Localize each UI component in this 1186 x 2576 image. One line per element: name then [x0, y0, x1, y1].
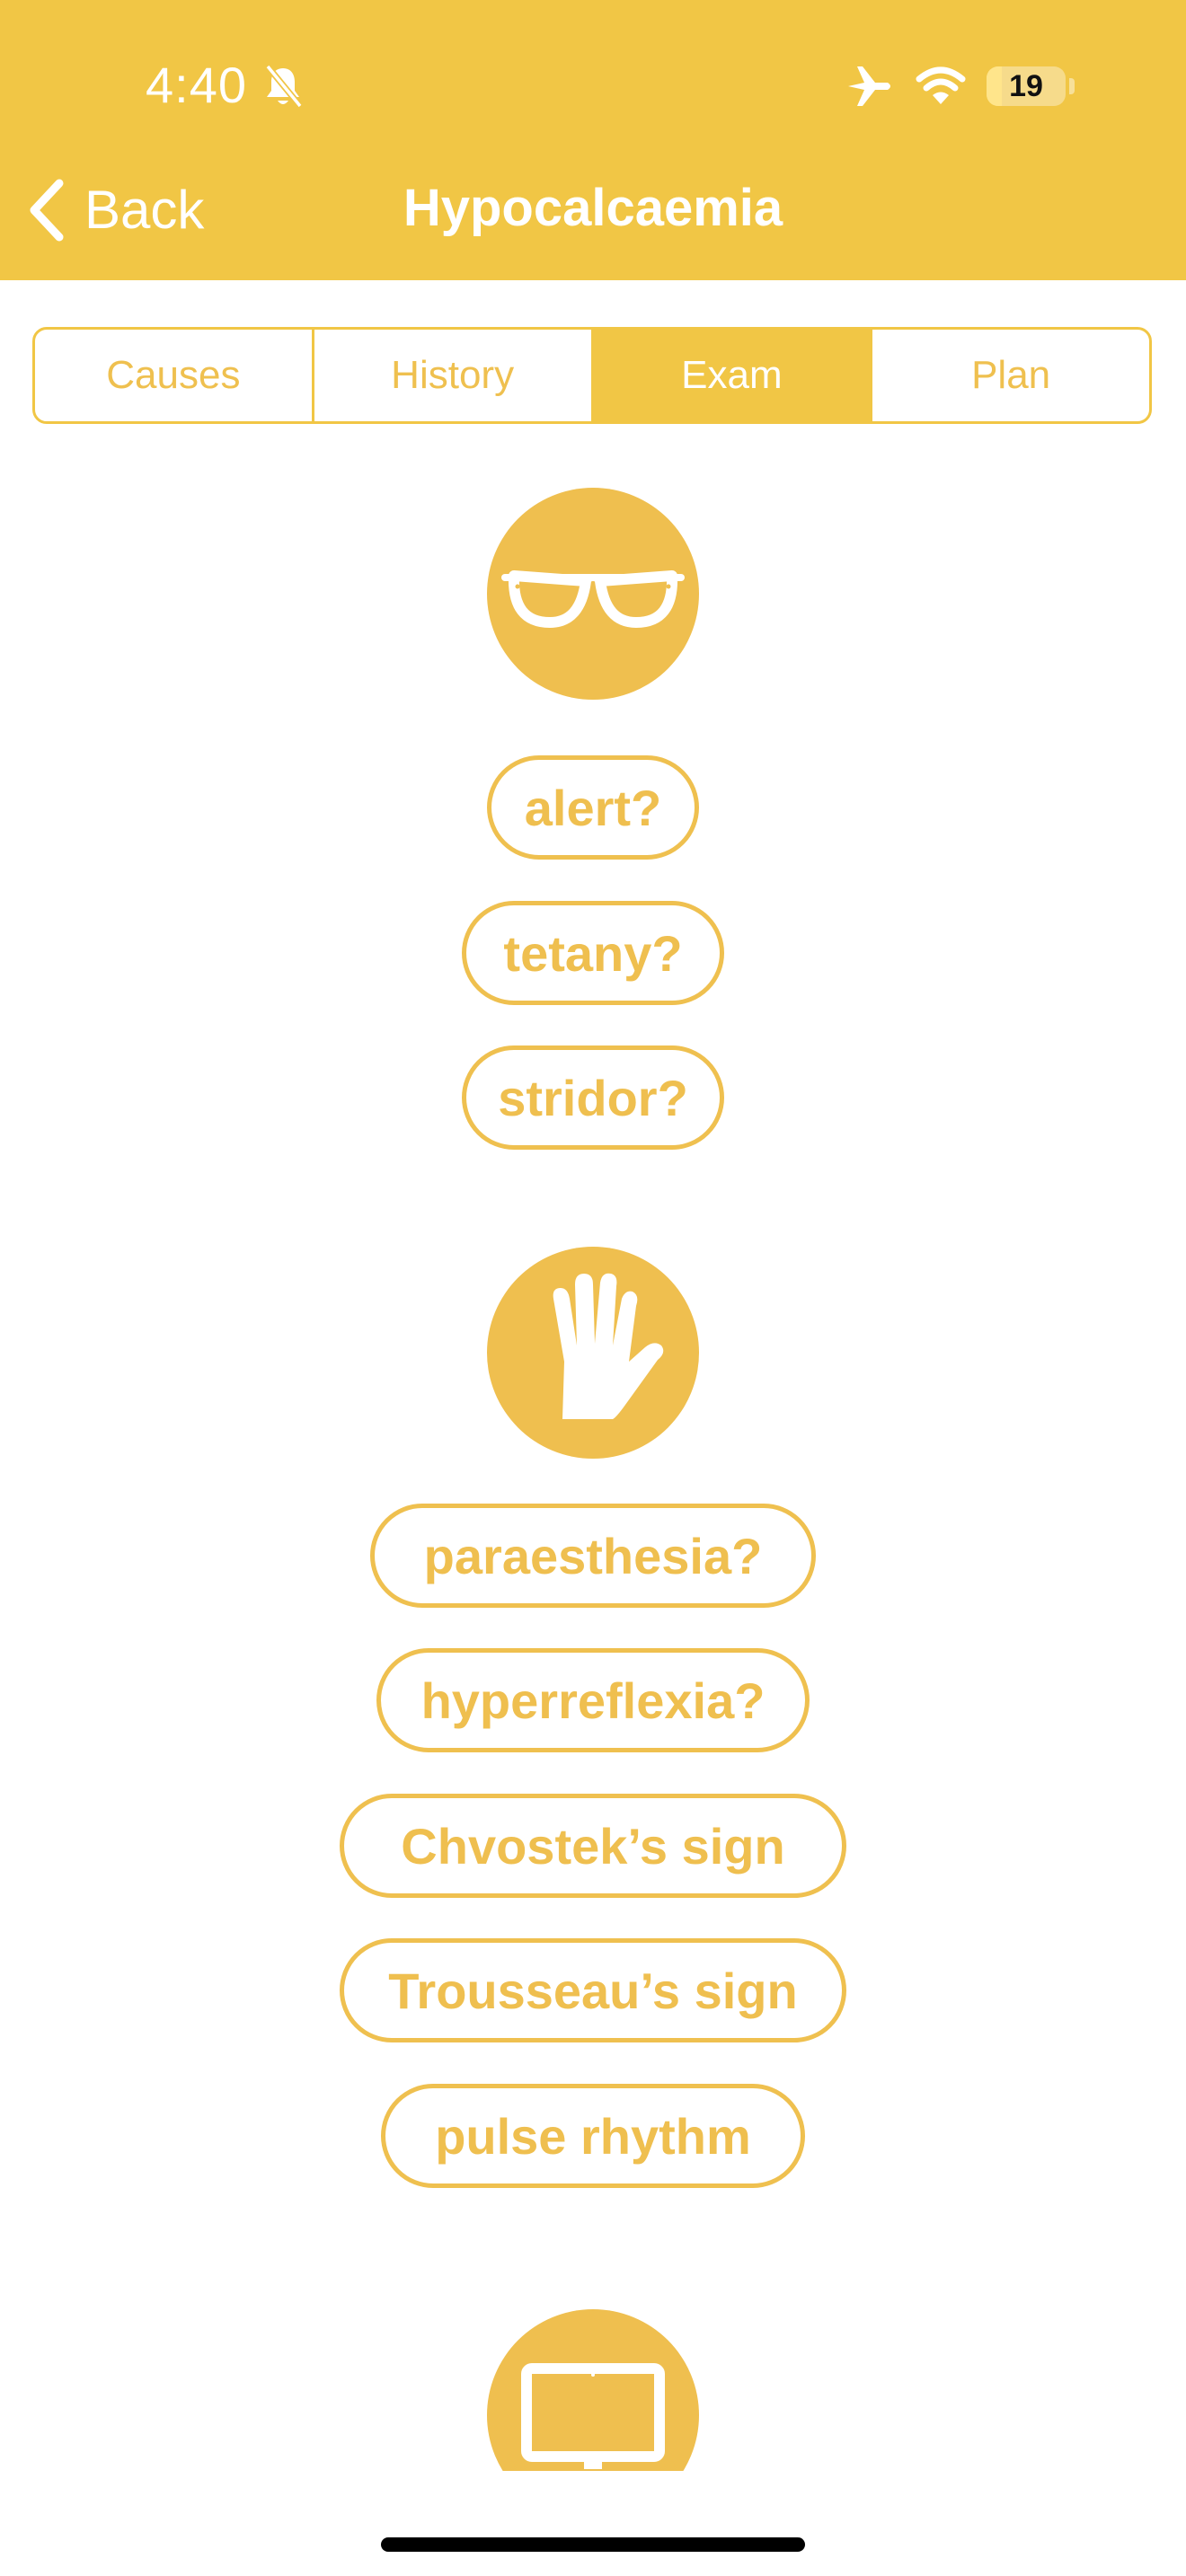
- home-indicator[interactable]: [381, 2537, 805, 2552]
- tab-causes[interactable]: Causes: [35, 330, 314, 421]
- nav-header: 4:40 19 Back Hypocalcaemia: [0, 0, 1186, 280]
- status-time: 4:40: [146, 57, 247, 113]
- tab-segmented-control: Causes History Exam Plan: [32, 327, 1152, 424]
- wifi-icon: [916, 66, 966, 104]
- battery-icon: 19: [987, 66, 1066, 106]
- exam-item-tetany[interactable]: tetany?: [462, 901, 724, 1005]
- monitor-icon: [487, 2309, 699, 2471]
- glasses-icon: [487, 488, 699, 700]
- exam-item-alert[interactable]: alert?: [487, 755, 699, 860]
- exam-item-hyperreflexia[interactable]: hyperreflexia?: [376, 1648, 810, 1752]
- bell-muted-icon: [265, 64, 303, 109]
- exam-item-paraesthesia[interactable]: paraesthesia?: [370, 1504, 816, 1608]
- exam-item-stridor[interactable]: stridor?: [462, 1045, 724, 1150]
- battery-level: 19: [1009, 69, 1043, 103]
- airplane-mode-icon: [848, 66, 890, 106]
- tab-exam[interactable]: Exam: [593, 330, 873, 421]
- hand-icon: [487, 1247, 699, 1459]
- exam-item-chvostek-sign[interactable]: Chvostek’s sign: [340, 1794, 846, 1898]
- tab-history[interactable]: History: [314, 330, 594, 421]
- tab-plan[interactable]: Plan: [872, 330, 1149, 421]
- page-title: Hypocalcaemia: [403, 179, 783, 237]
- exam-item-pulse-rhythm[interactable]: pulse rhythm: [381, 2084, 805, 2188]
- exam-item-trousseau-sign[interactable]: Trousseau’s sign: [340, 1938, 846, 2042]
- scroll-clip: [0, 2309, 1186, 2471]
